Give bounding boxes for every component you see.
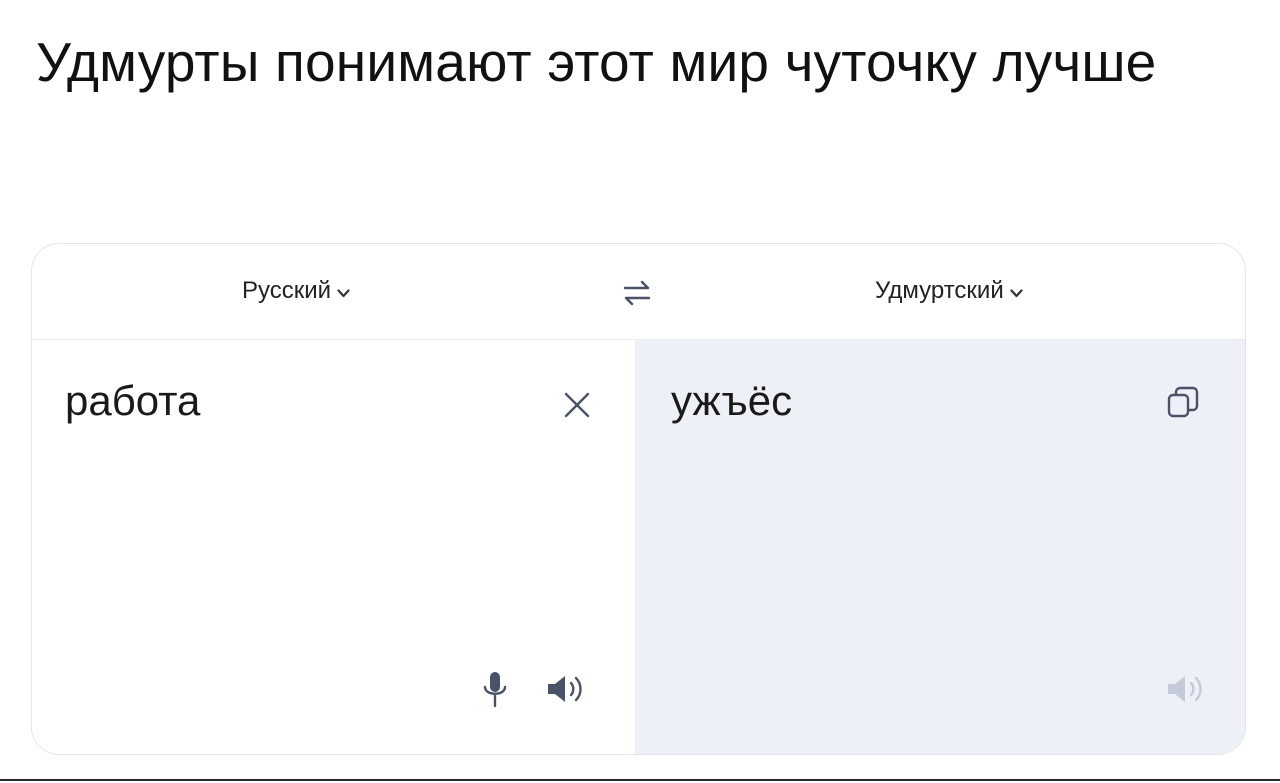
target-language-select[interactable]: Удмуртский bbox=[875, 277, 1023, 305]
microphone-button[interactable] bbox=[482, 670, 508, 710]
source-speaker-button[interactable] bbox=[545, 671, 589, 707]
speaker-icon bbox=[548, 676, 582, 702]
bottom-divider bbox=[0, 779, 1280, 781]
speaker-icon bbox=[1168, 676, 1202, 702]
language-bar: Русский Удмуртский bbox=[32, 244, 1245, 340]
translator-card: Русский Удмуртский работа ужъёс bbox=[31, 243, 1246, 755]
microphone-icon bbox=[483, 672, 507, 708]
source-text-input[interactable]: работа bbox=[65, 373, 200, 429]
source-language-label: Русский bbox=[242, 277, 332, 304]
chevron-down-icon bbox=[337, 288, 350, 297]
close-icon bbox=[564, 392, 590, 418]
source-pane[interactable]: работа bbox=[32, 340, 635, 754]
post-caption: Удмурты понимают этот мир чуточку лучше bbox=[36, 31, 1157, 93]
target-pane: ужъёс bbox=[635, 340, 1245, 754]
chevron-down-icon bbox=[1010, 288, 1023, 297]
target-speaker-button[interactable] bbox=[1165, 671, 1209, 707]
clear-input-button[interactable] bbox=[560, 388, 594, 422]
swap-languages-button[interactable] bbox=[620, 278, 654, 308]
target-language-label: Удмуртский bbox=[875, 277, 1004, 304]
swap-arrows-icon bbox=[623, 280, 651, 306]
source-language-select[interactable]: Русский bbox=[242, 277, 350, 305]
copy-translation-button[interactable] bbox=[1165, 384, 1201, 420]
copy-icon bbox=[1167, 386, 1199, 418]
translated-text: ужъёс bbox=[671, 377, 793, 424]
